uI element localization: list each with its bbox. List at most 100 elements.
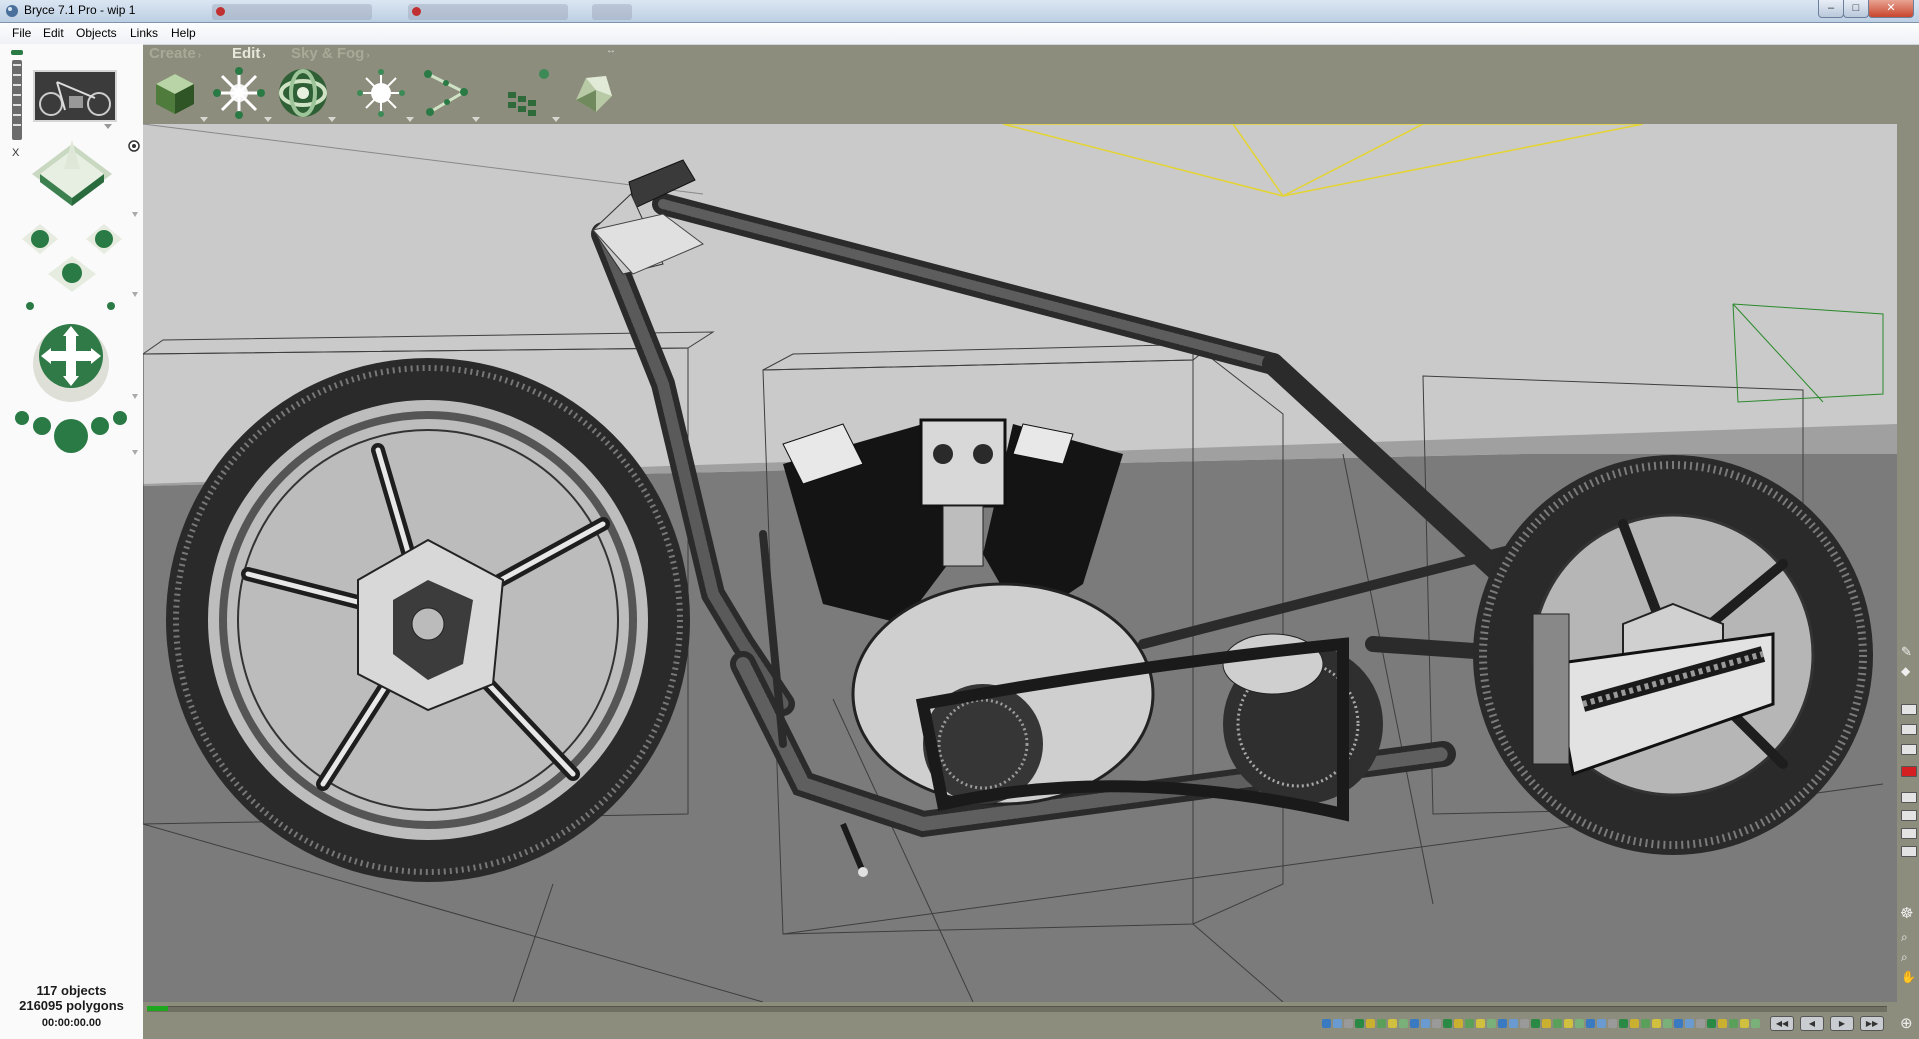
pencil-icon[interactable]: ✎ <box>1901 644 1912 660</box>
memory-dot-icon[interactable] <box>1652 1019 1661 1028</box>
terrain-grid-icon[interactable] <box>500 66 560 122</box>
menu-links[interactable]: Links <box>130 26 158 40</box>
memory-dot-icon[interactable] <box>1520 1019 1529 1028</box>
sphere-torus-icon[interactable] <box>276 66 336 122</box>
animation-control-button[interactable]: ◀ <box>1800 1016 1824 1031</box>
nano-preview[interactable] <box>33 70 117 122</box>
memory-dot-icon[interactable] <box>1410 1019 1419 1028</box>
control-palette: X <box>0 44 143 1039</box>
memory-dot-icon[interactable] <box>1696 1019 1705 1028</box>
navigation-wheel-icon[interactable]: ☸ <box>1900 904 1913 922</box>
wireframe-scene <box>143 124 1897 1002</box>
memory-dot-icon[interactable] <box>1333 1019 1342 1028</box>
close-button[interactable]: ✕ <box>1868 0 1914 18</box>
memory-dot-icon[interactable] <box>1718 1019 1727 1028</box>
memory-dot-icon[interactable] <box>1377 1019 1386 1028</box>
zoom-dots-icon[interactable] <box>15 411 127 453</box>
memory-dot-icon[interactable] <box>1487 1019 1496 1028</box>
memory-dot-icon[interactable] <box>1597 1019 1606 1028</box>
memory-dot-icon[interactable] <box>1366 1019 1375 1028</box>
pan-ball-icon[interactable] <box>33 324 109 402</box>
memory-dot-icon[interactable] <box>1641 1019 1650 1028</box>
memory-dot-icon[interactable] <box>1707 1019 1716 1028</box>
object-count: 117 objects <box>36 983 107 998</box>
render-mode-icon[interactable] <box>1901 724 1917 735</box>
menu-objects[interactable]: Objects <box>76 26 117 40</box>
memory-dot-icon[interactable] <box>1740 1019 1749 1028</box>
eraser-icon[interactable]: ◆ <box>1901 664 1910 678</box>
memory-dot-icon[interactable] <box>1355 1019 1364 1028</box>
view-option-icon[interactable] <box>1901 792 1917 803</box>
background-tab <box>212 4 372 20</box>
memory-dot-icon[interactable] <box>1454 1019 1463 1028</box>
memory-dot-icon[interactable] <box>1476 1019 1485 1028</box>
render-mode-icon[interactable] <box>1901 704 1917 715</box>
view-option-icon[interactable] <box>1901 846 1917 857</box>
close-x-icon[interactable]: X <box>12 147 20 159</box>
light-icon[interactable] <box>354 66 414 122</box>
memory-dot-icon[interactable] <box>1575 1019 1584 1028</box>
memory-dot-icon[interactable] <box>1729 1019 1738 1028</box>
polygon-count: 216095 polygons <box>19 998 124 1013</box>
memory-dot-icon[interactable] <box>1553 1019 1562 1028</box>
rear-wheel <box>1473 455 1873 855</box>
memory-dot-icon[interactable] <box>1531 1019 1540 1028</box>
render-stop-icon[interactable] <box>1901 766 1917 777</box>
transform-icon[interactable] <box>212 66 272 122</box>
palette-expand-icon[interactable]: ↔ <box>606 45 616 56</box>
memory-dot-icon[interactable] <box>1608 1019 1617 1028</box>
memory-dot-icon[interactable] <box>1344 1019 1353 1028</box>
memory-dot-icon[interactable] <box>1674 1019 1683 1028</box>
preview-options-icon[interactable] <box>104 124 112 129</box>
tab-sky-fog[interactable]: Sky & Fog › <box>291 45 370 62</box>
scene-status: 117 objects 216095 polygons 00:00:00.00 <box>0 983 143 1031</box>
tab-edit[interactable]: Edit › <box>232 45 266 62</box>
maximize-button[interactable]: □ <box>1843 0 1869 18</box>
tab-create[interactable]: Create › <box>149 45 201 62</box>
3d-viewport[interactable] <box>143 124 1897 1002</box>
memory-dot-icon[interactable] <box>1663 1019 1672 1028</box>
memory-dot-icon[interactable] <box>1586 1019 1595 1028</box>
memory-dot-icon[interactable] <box>1509 1019 1518 1028</box>
menu-bar: File Edit Objects Links Help <box>0 23 1919 45</box>
cube-materials-icon[interactable] <box>148 66 208 122</box>
memory-dot-icon[interactable] <box>1751 1019 1760 1028</box>
memory-dot-icon[interactable] <box>1322 1019 1331 1028</box>
background-tab <box>408 4 568 20</box>
memory-dot-icon[interactable] <box>1564 1019 1573 1028</box>
memory-dot-icon[interactable] <box>1388 1019 1397 1028</box>
animation-control-button[interactable]: ▶ <box>1830 1016 1854 1031</box>
view-option-icon[interactable] <box>1901 810 1917 821</box>
front-wheel <box>166 358 690 882</box>
timeline-track[interactable] <box>147 1006 1887 1012</box>
memory-dot-icon[interactable] <box>1443 1019 1452 1028</box>
memory-dot-icon[interactable] <box>1421 1019 1430 1028</box>
memory-dot-icon[interactable] <box>1619 1019 1628 1028</box>
minimize-button[interactable]: – <box>1818 0 1844 18</box>
menu-edit[interactable]: Edit <box>43 26 64 40</box>
memory-dot-icon[interactable] <box>1432 1019 1441 1028</box>
title-bar: Bryce 7.1 Pro - wip 1 – □ ✕ <box>0 0 1919 23</box>
animation-control-button[interactable]: ▶▶ <box>1860 1016 1884 1031</box>
menu-file[interactable]: File <box>12 26 31 40</box>
rock-icon[interactable] <box>566 66 620 120</box>
animation-control-button[interactable]: ◀◀ <box>1770 1016 1794 1031</box>
globe-icon[interactable]: ⊕ <box>1900 1014 1913 1032</box>
menu-help[interactable]: Help <box>171 26 196 40</box>
memory-dot-icon[interactable] <box>1685 1019 1694 1028</box>
memory-dot-icon[interactable] <box>1630 1019 1639 1028</box>
view-cross-icon[interactable] <box>22 224 122 310</box>
camera-trackball-icon[interactable] <box>32 140 112 206</box>
memory-dot-icon[interactable] <box>1498 1019 1507 1028</box>
memory-dots-icon[interactable] <box>11 50 23 140</box>
memory-dot-icon[interactable] <box>1399 1019 1408 1028</box>
path-link-icon[interactable] <box>420 66 480 122</box>
memory-dot-icon[interactable] <box>1542 1019 1551 1028</box>
zoom-out-icon[interactable]: ⌕ <box>1901 950 1908 965</box>
background-tab <box>592 4 632 20</box>
view-option-icon[interactable] <box>1901 828 1917 839</box>
render-mode-icon[interactable] <box>1901 744 1917 755</box>
pan-hand-icon[interactable]: ✋ <box>1901 970 1916 984</box>
zoom-icon[interactable]: ⌕ <box>1901 930 1908 945</box>
memory-dot-icon[interactable] <box>1465 1019 1474 1028</box>
